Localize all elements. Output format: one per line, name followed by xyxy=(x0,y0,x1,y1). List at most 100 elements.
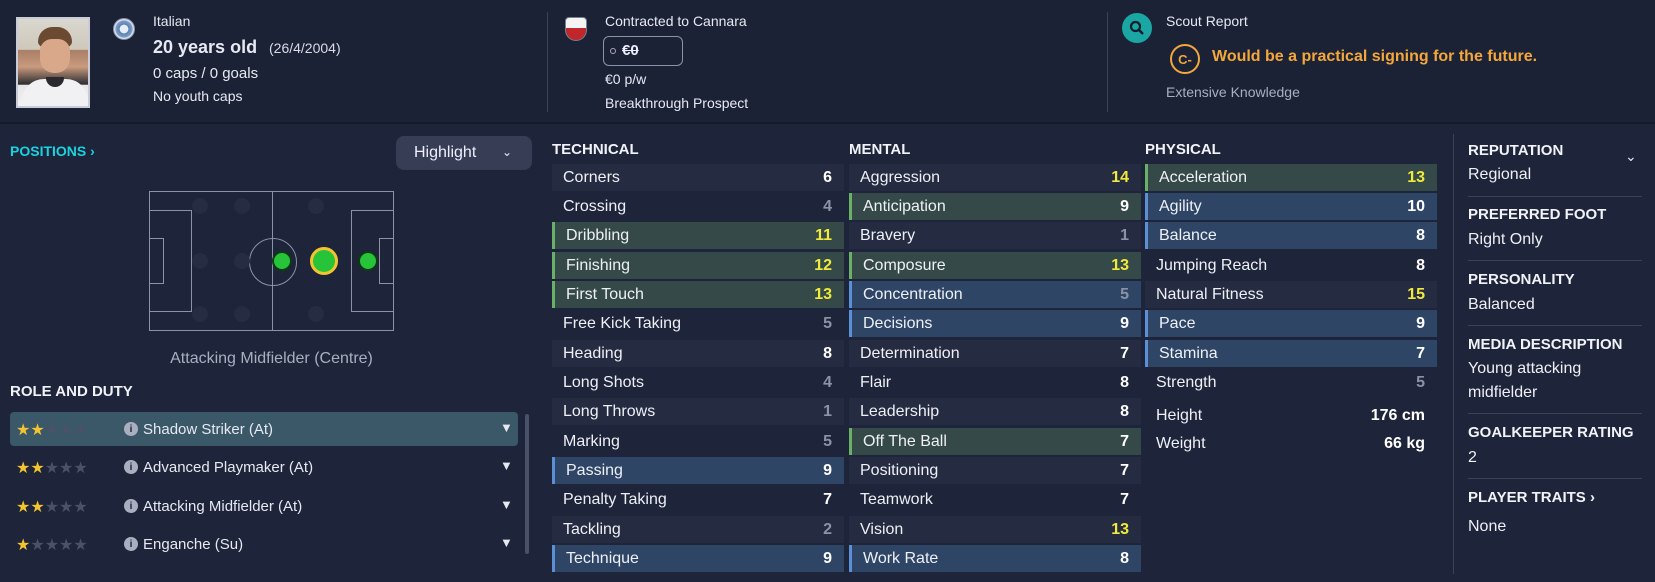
attribute-row[interactable]: Marking 5 xyxy=(552,428,844,455)
position-marker-cm xyxy=(272,251,292,271)
preferred-foot-label: PREFERRED FOOT xyxy=(1468,206,1607,223)
attribute-row[interactable]: Anticipation 9 xyxy=(849,193,1141,220)
role-rating: ★★★★★ xyxy=(16,422,88,439)
role-row[interactable]: ★★★★★ i Shadow Striker (At) ▼ xyxy=(10,412,518,446)
attribute-row[interactable]: Jumping Reach 8 xyxy=(1145,252,1437,279)
attribute-row[interactable]: Dribbling 11 xyxy=(552,222,844,249)
wage: €0 p/w xyxy=(605,71,647,87)
scout-grade-badge: C- xyxy=(1170,44,1200,74)
mental-title: MENTAL xyxy=(849,141,911,158)
attribute-row[interactable]: Passing 9 xyxy=(552,457,844,484)
player-traits-label: PLAYER TRAITS xyxy=(1468,489,1586,506)
info-icon[interactable]: i xyxy=(124,537,138,551)
position-marker-amc-selected xyxy=(310,247,338,275)
chevron-down-icon[interactable]: ▼ xyxy=(500,458,513,473)
cannara-club-badge-icon[interactable] xyxy=(565,17,587,41)
contract-status[interactable]: Contracted to Cannara xyxy=(605,13,747,29)
attribute-row[interactable]: Concentration 5 xyxy=(849,281,1141,308)
attribute-row[interactable]: Penalty Taking 7 xyxy=(552,486,844,513)
player-value-box[interactable]: €0 xyxy=(603,36,683,66)
player-header: Italian 20 years old (26/4/2004) 0 caps … xyxy=(0,0,1655,124)
positions-title: POSITIONS xyxy=(10,143,87,159)
chevron-down-icon: ⌄ xyxy=(501,145,512,159)
chevron-down-icon[interactable]: ⌄ xyxy=(1625,148,1637,165)
goalkeeper-rating-label: GOALKEEPER RATING xyxy=(1468,424,1634,441)
attribute-row[interactable]: First Touch 13 xyxy=(552,281,844,308)
attribute-row[interactable]: Free Kick Taking 5 xyxy=(552,310,844,337)
attribute-row[interactable]: Determination 7 xyxy=(849,340,1141,367)
magnifier-icon[interactable] xyxy=(1122,13,1152,43)
scout-summary: Would be a practical signing for the fut… xyxy=(1212,48,1538,65)
info-icon[interactable]: i xyxy=(124,422,138,436)
role-label: Advanced Playmaker (At) xyxy=(143,459,314,476)
attribute-row[interactable]: Positioning 7 xyxy=(849,457,1141,484)
role-row[interactable]: ★★★★★ i Enganche (Su) ▼ xyxy=(10,527,518,561)
role-rating: ★★★★★ xyxy=(16,460,88,477)
attribute-row[interactable]: Strength 5 xyxy=(1145,369,1437,396)
attribute-row[interactable]: Pace 9 xyxy=(1145,310,1437,337)
attribute-row[interactable]: Composure 13 xyxy=(849,252,1141,279)
attribute-row[interactable]: Tackling 2 xyxy=(552,516,844,543)
technical-title: TECHNICAL xyxy=(552,141,639,158)
roles-scrollbar[interactable] xyxy=(525,414,529,554)
attribute-row[interactable]: Acceleration 13 xyxy=(1145,164,1437,191)
attribute-row[interactable]: Natural Fitness 15 xyxy=(1145,281,1437,308)
attribute-row[interactable]: Decisions 9 xyxy=(849,310,1141,337)
scout-knowledge: Extensive Knowledge xyxy=(1166,84,1300,100)
italy-flag-icon xyxy=(113,18,135,40)
role-row[interactable]: ★★★★★ i Attacking Midfielder (At) ▼ xyxy=(10,489,518,523)
player-traits-link[interactable]: PLAYER TRAITS › xyxy=(1468,489,1595,506)
attribute-row[interactable]: Work Rate 8 xyxy=(849,545,1141,572)
role-label: Enganche (Su) xyxy=(143,536,244,553)
info-icon[interactable]: i xyxy=(124,499,138,513)
goalkeeper-rating-value: 2 xyxy=(1468,449,1477,466)
attribute-row[interactable]: Aggression 14 xyxy=(849,164,1141,191)
tag-icon xyxy=(610,48,616,54)
highlight-label: Highlight xyxy=(414,144,477,161)
attribute-row[interactable]: Heading 8 xyxy=(552,340,844,367)
nationality: Italian xyxy=(153,13,191,29)
height-row: Height 176 cm xyxy=(1156,406,1425,424)
preferred-foot-value: Right Only xyxy=(1468,231,1543,248)
role-rating: ★★★★★ xyxy=(16,537,88,554)
attribute-row[interactable]: Vision 13 xyxy=(849,516,1141,543)
attribute-row[interactable]: Crossing 4 xyxy=(552,193,844,220)
positions-link[interactable]: POSITIONS › xyxy=(10,143,95,159)
role-label: Attacking Midfielder (At) xyxy=(143,498,303,515)
attribute-row[interactable]: Teamwork 7 xyxy=(849,486,1141,513)
attribute-row[interactable]: Technique 9 xyxy=(552,545,844,572)
position-caption: Attacking Midfielder (Centre) xyxy=(170,350,373,367)
role-rating: ★★★★★ xyxy=(16,499,88,516)
date-of-birth: (26/4/2004) xyxy=(269,40,341,56)
chevron-down-icon[interactable]: ▼ xyxy=(500,497,513,512)
attribute-row[interactable]: Leadership 8 xyxy=(849,398,1141,425)
player-status: Breakthrough Prospect xyxy=(605,95,749,111)
attribute-row[interactable]: Long Shots 4 xyxy=(552,369,844,396)
personality-value: Balanced xyxy=(1468,296,1535,313)
media-description-line2: midfielder xyxy=(1468,384,1538,401)
attribute-row[interactable]: Agility 10 xyxy=(1145,193,1437,220)
position-marker-st xyxy=(358,251,378,271)
position-pitch xyxy=(149,191,394,331)
youth-caps: No youth caps xyxy=(153,88,243,104)
attribute-row[interactable]: Finishing 12 xyxy=(552,252,844,279)
media-description-line1: Young attacking xyxy=(1468,360,1582,377)
attribute-row[interactable]: Bravery 1 xyxy=(849,222,1141,249)
player-traits-value: None xyxy=(1468,518,1507,535)
role-duty-title: ROLE AND DUTY xyxy=(10,383,133,400)
highlight-dropdown[interactable]: Highlight ⌄ xyxy=(396,136,532,170)
chevron-right-icon: › xyxy=(1589,489,1595,506)
attribute-row[interactable]: Corners 6 xyxy=(552,164,844,191)
attribute-row[interactable]: Stamina 7 xyxy=(1145,340,1437,367)
role-row[interactable]: ★★★★★ i Advanced Playmaker (At) ▼ xyxy=(10,450,518,484)
attribute-row[interactable]: Long Throws 1 xyxy=(552,398,844,425)
chevron-down-icon[interactable]: ▼ xyxy=(500,420,513,435)
info-icon[interactable]: i xyxy=(124,460,138,474)
chevron-down-icon[interactable]: ▼ xyxy=(500,535,513,550)
scout-report-title[interactable]: Scout Report xyxy=(1166,13,1248,29)
physical-title: PHYSICAL xyxy=(1145,141,1221,158)
attribute-row[interactable]: Balance 8 xyxy=(1145,222,1437,249)
attribute-row[interactable]: Flair 8 xyxy=(849,369,1141,396)
media-description-label: MEDIA DESCRIPTION xyxy=(1468,336,1623,353)
attribute-row[interactable]: Off The Ball 7 xyxy=(849,428,1141,455)
